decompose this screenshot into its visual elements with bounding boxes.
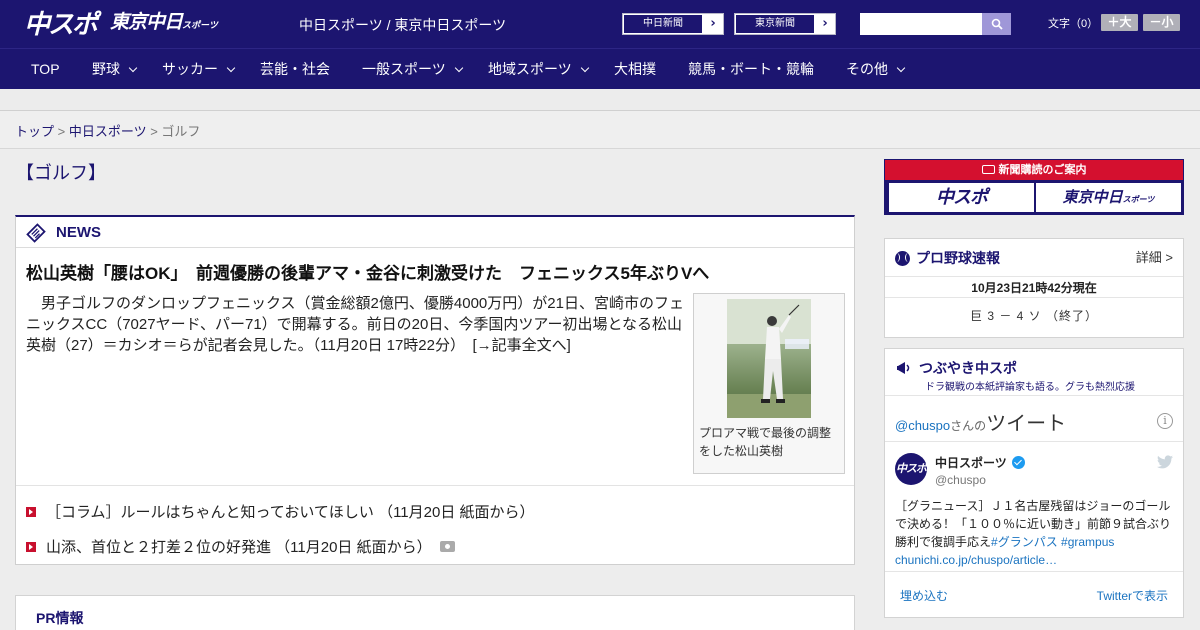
site-logo[interactable]: 中スポ 東京中日スポーツ	[24, 6, 218, 40]
divider	[885, 571, 1183, 572]
chevron-down-icon	[896, 63, 906, 73]
chevron-down-icon	[454, 63, 463, 73]
font-bigger-button[interactable]: ＋大	[1101, 14, 1138, 31]
chevron-down-icon	[226, 63, 236, 73]
nav-entertainment[interactable]: 芸能・社会	[260, 49, 330, 89]
page-title: 【ゴルフ】	[16, 163, 106, 183]
twitter-bird-icon[interactable]	[1157, 455, 1173, 469]
breadcrumb-home[interactable]: トップ	[15, 124, 54, 139]
font-size-label: 文字（0）	[1048, 18, 1099, 30]
pr-title: PR情報	[36, 610, 84, 626]
photo-caption: プロアマ戦で最後の調整をした松山英樹	[699, 426, 832, 458]
search-button[interactable]	[982, 13, 1011, 35]
chunichi-shimbun-button[interactable]: 中日新聞 ›	[622, 13, 724, 35]
main-nav: TOP 野球 サッカー 芸能・社会 一般スポーツ 地域スポーツ 大相撲 競馬・ボ…	[0, 48, 1200, 89]
twitter-subtitle: ドラ観戦の本紙評論家も語る。グラも熱烈応援	[925, 382, 1135, 393]
breadcrumb-bar: トップ > 中日スポーツ > ゴルフ	[0, 111, 1200, 149]
baseball-detail-link[interactable]: 詳細 >	[1136, 247, 1173, 266]
embed-link[interactable]: 埋め込む	[900, 587, 948, 604]
news-link-column[interactable]: ［コラム］ルールはちゃんと知っておいてほしい （11月20日 紙面から）	[26, 501, 535, 522]
nav-local-sports[interactable]: 地域スポーツ	[488, 49, 589, 89]
logo-tokyo-chunichi[interactable]: 東京中日スポーツ	[110, 8, 218, 40]
verified-badge-icon	[1011, 456, 1025, 469]
search-input[interactable]	[860, 13, 982, 35]
pr-section: PR情報	[15, 595, 855, 630]
ticket-icon	[981, 165, 995, 174]
top-header: 中スポ 東京中日スポーツ 中日スポーツ / 東京中日スポーツ 中日新聞 › 東京…	[0, 0, 1200, 48]
baseball-icon	[895, 250, 910, 266]
tokyo-shimbun-button[interactable]: 東京新聞 ›	[734, 13, 836, 35]
golfer-photo-icon	[727, 299, 811, 418]
sub-nav-strip	[0, 89, 1200, 111]
divider	[16, 485, 854, 486]
tweet-text[interactable]: ［グラニュース］Ｊ１名古屋残留はジョーのゴールで決める！「１００％に近い動き」前…	[895, 497, 1175, 569]
subscribe-chuspo-button[interactable]: 中スポ	[889, 183, 1034, 212]
news-header: NEWS	[16, 217, 854, 248]
breadcrumb-section[interactable]: 中日スポーツ	[69, 124, 147, 139]
nav-sumo[interactable]: 大相撲	[614, 49, 656, 89]
subscription-banner: 新聞購読のご案内 中スポ 東京中日スポーツ	[884, 159, 1184, 215]
news-section-title: NEWS	[56, 224, 101, 241]
breadcrumb: トップ > 中日スポーツ > ゴルフ	[15, 124, 201, 139]
chevron-down-icon	[128, 63, 138, 73]
tweet-author-handle[interactable]: @chuspo	[935, 473, 986, 487]
divider	[885, 395, 1183, 396]
news-link-yamazoe[interactable]: 山添、首位と２打差２位の好発進 （11月20日 紙面から）	[26, 536, 455, 557]
nav-baseball[interactable]: 野球	[92, 49, 138, 89]
article-lead[interactable]: 男子ゴルフのダンロップフェニックス（賞金総額2億円、優勝4000万円）が21日、…	[26, 293, 686, 356]
avatar[interactable]: 中スポ	[895, 453, 927, 485]
divider	[885, 441, 1183, 442]
game-score[interactable]: 巨 3 － 4 ソ （終了）	[885, 307, 1183, 324]
newspaper-icon	[26, 223, 46, 243]
nav-other[interactable]: その他	[846, 49, 906, 89]
twitter-card: つぶやき中スポ ドラ観戦の本紙評論家も語る。グラも熱烈応援 @chuspoさんの…	[884, 348, 1184, 618]
camera-icon	[439, 541, 455, 552]
baseball-card-title: プロ野球速報	[895, 248, 1000, 268]
twitter-card-title: つぶやき中スポ	[895, 358, 1017, 378]
tweet-author-name[interactable]: 中日スポーツ	[935, 454, 1025, 471]
nav-top[interactable]: TOP	[31, 49, 60, 89]
arrow-bullet-icon	[26, 506, 36, 517]
site-name-link[interactable]: 中日スポーツ / 東京中日スポーツ	[299, 15, 506, 35]
article-photo[interactable]	[727, 299, 811, 418]
chevron-right-icon: ›	[822, 16, 828, 31]
font-smaller-button[interactable]: －小	[1143, 14, 1180, 31]
twitter-timeline-header[interactable]: @chuspoさんのツイート	[895, 407, 1066, 436]
headline-link[interactable]: 松山英樹「腰はOK」 前週優勝の後輩アマ・金谷に刺激受けた フェニックス5年ぶり…	[26, 259, 709, 284]
search-icon	[991, 18, 1003, 30]
chevron-right-icon: ›	[710, 16, 716, 31]
subscription-title: 新聞購読のご案内	[885, 160, 1183, 180]
baseball-score-card: プロ野球速報 詳細 > 10月23日21時42分現在 巨 3 － 4 ソ （終了…	[884, 238, 1184, 338]
chevron-down-icon	[580, 63, 589, 73]
info-icon[interactable]: i	[1157, 413, 1173, 429]
nav-general-sports[interactable]: 一般スポーツ	[362, 49, 463, 89]
nav-racing[interactable]: 競馬・ボート・競輪	[688, 49, 814, 89]
breadcrumb-current: ゴルフ	[161, 124, 201, 139]
arrow-bullet-icon	[26, 541, 36, 552]
view-on-twitter-link[interactable]: Twitterで表示	[1097, 587, 1168, 604]
article-photo-box[interactable]: プロアマ戦で最後の調整をした松山英樹	[693, 293, 845, 474]
logo-chuspo[interactable]: 中スポ	[24, 10, 98, 40]
score-timestamp: 10月23日21時42分現在	[885, 276, 1183, 298]
nav-soccer[interactable]: サッカー	[162, 49, 236, 89]
subscribe-tokyo-chunichi-button[interactable]: 東京中日スポーツ	[1036, 183, 1181, 212]
megaphone-icon	[897, 362, 910, 374]
news-section: NEWS 松山英樹「腰はOK」 前週優勝の後輩アマ・金谷に刺激受けた フェニック…	[15, 215, 855, 565]
